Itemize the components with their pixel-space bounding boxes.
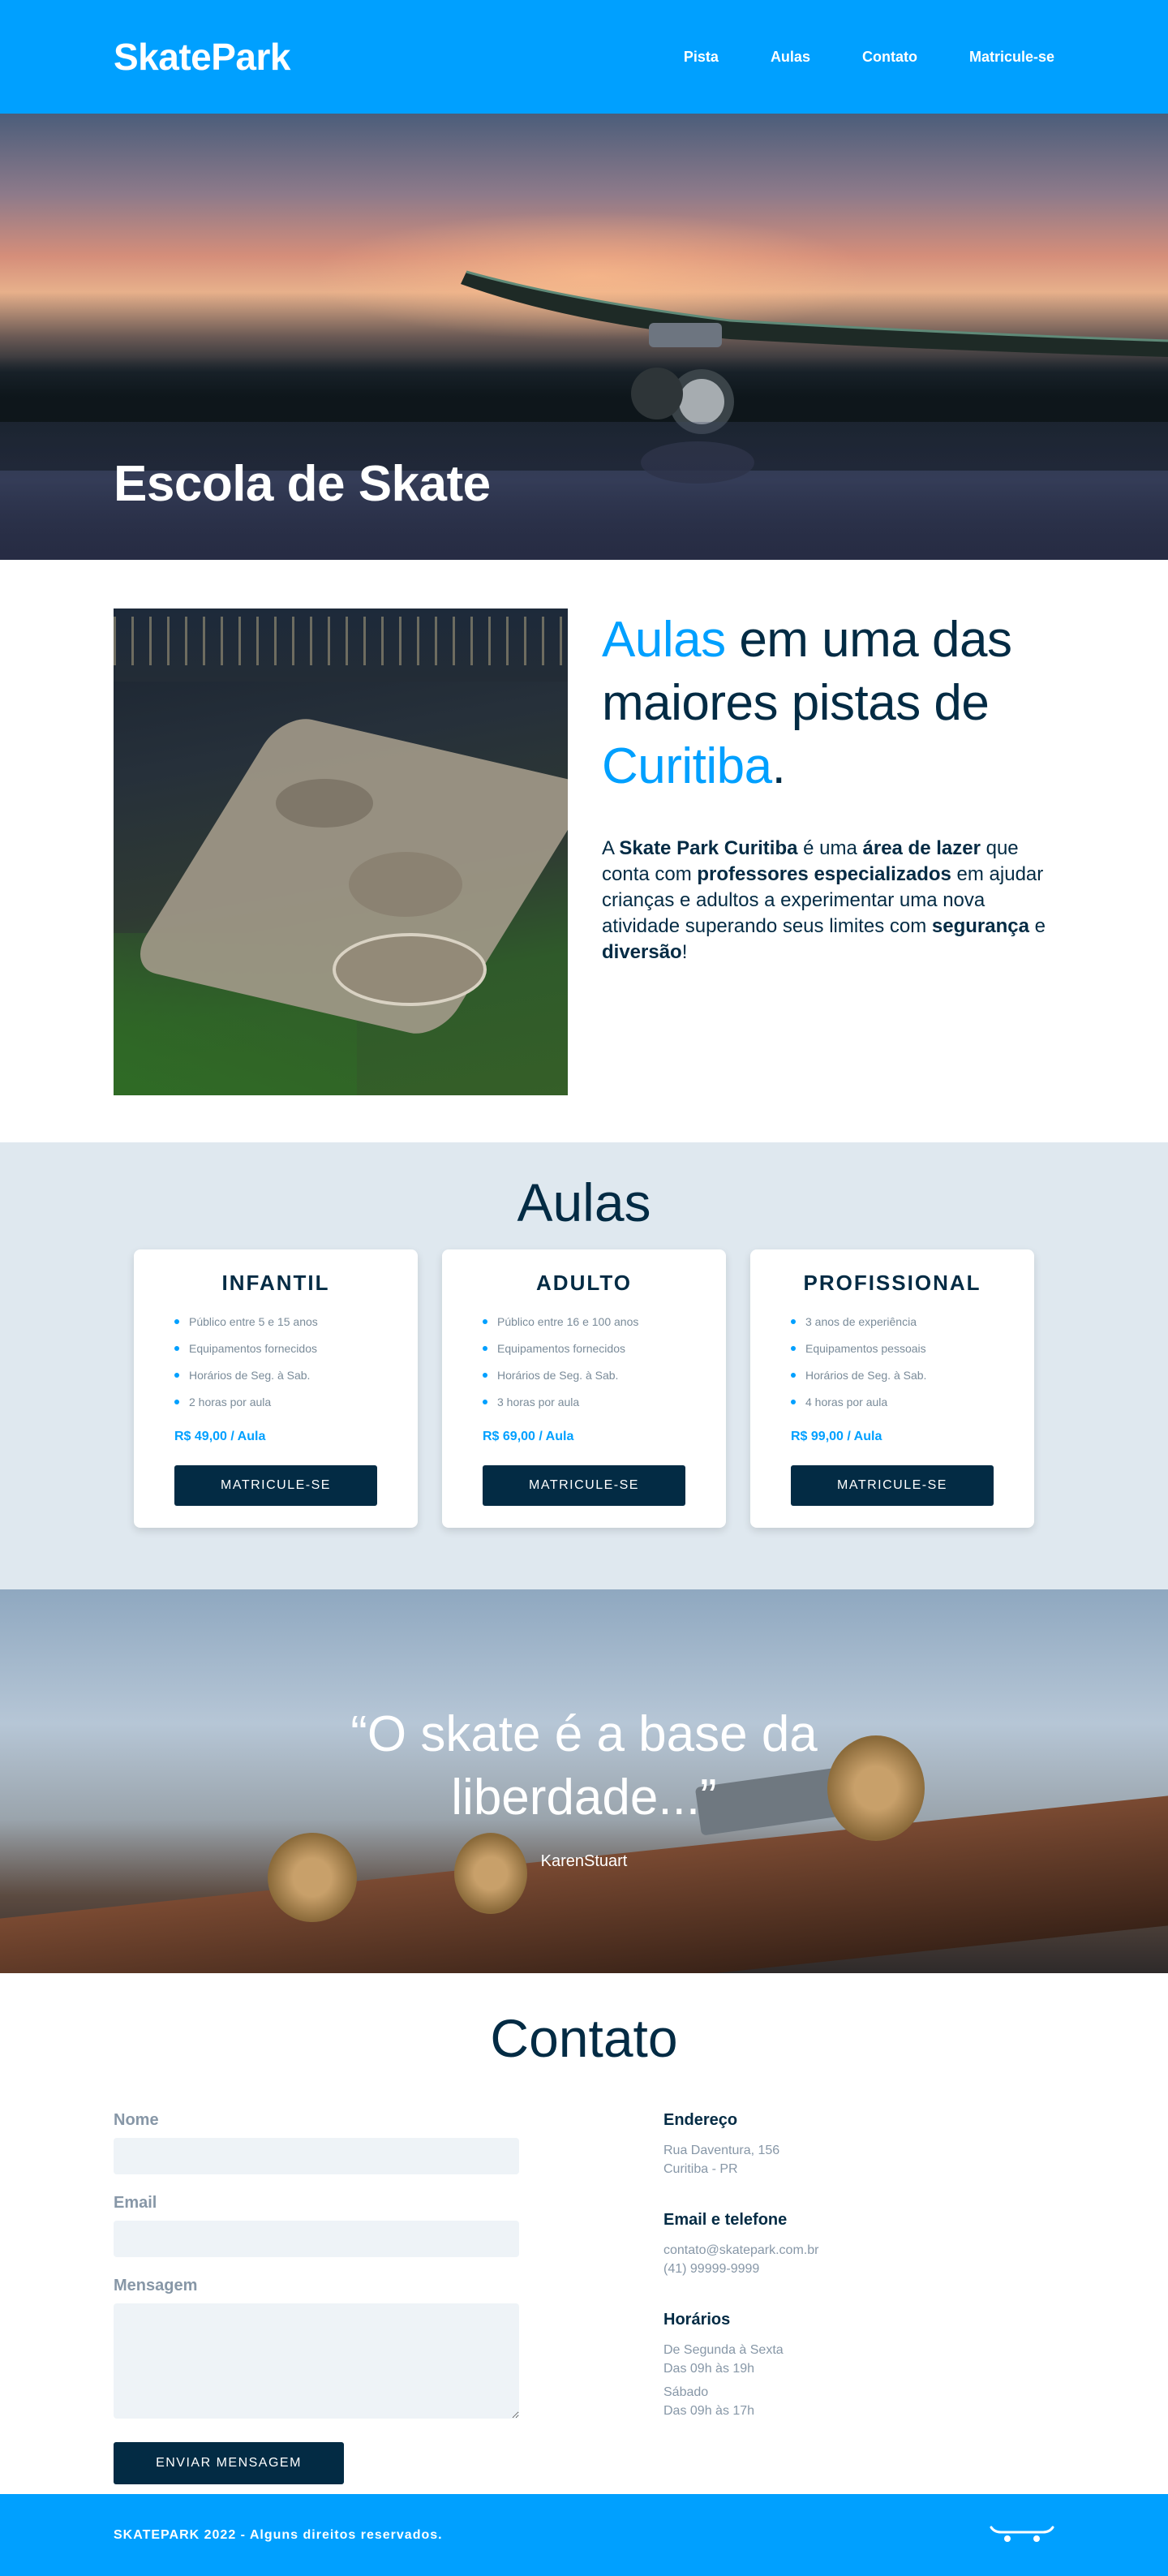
- card-features: 3 anos de experiência Equipamentos pesso…: [791, 1314, 994, 1410]
- site-footer: SKATEPARK 2022 - Alguns direitos reserva…: [0, 2494, 1168, 2576]
- quote-skateboard-wheel: [454, 1833, 527, 1914]
- logo[interactable]: SkatePark: [114, 35, 291, 79]
- enroll-button[interactable]: MATRICULE-SE: [483, 1465, 685, 1506]
- message-field[interactable]: [114, 2303, 519, 2419]
- name-field[interactable]: [114, 2138, 519, 2174]
- heading-accent: Aulas: [602, 612, 726, 668]
- list-item: 4 horas por aula: [791, 1394, 994, 1410]
- card-title: PROFISSIONAL: [803, 1271, 981, 1295]
- class-cards: INFANTIL Público entre 5 e 15 anos Equip…: [0, 1249, 1168, 1528]
- list-item: Horários de Seg. à Sab.: [791, 1367, 994, 1383]
- main-nav: Pista Aulas Contato Matricule-se: [684, 49, 1054, 66]
- hours-line: Sábado: [663, 2385, 709, 2399]
- about-heading: Aulas em uma das maiores pistas de Curit…: [602, 609, 1054, 798]
- list-item: 3 anos de experiência: [791, 1314, 994, 1330]
- heading-accent: Curitiba: [602, 738, 772, 794]
- card-features: Público entre 5 e 15 anos Equipamentos f…: [174, 1314, 377, 1410]
- class-card-adulto: ADULTO Público entre 16 e 100 anos Equip…: [442, 1249, 726, 1528]
- class-card-infantil: INFANTIL Público entre 5 e 15 anos Equip…: [134, 1249, 418, 1528]
- email-phone-block: Email e telefone contato@skatepark.com.b…: [663, 2211, 818, 2278]
- quote-text: “O skate é a base da liberdade...”: [350, 1706, 818, 1826]
- list-item: 2 horas por aula: [174, 1394, 377, 1410]
- classes-title: Aulas: [517, 1172, 651, 1232]
- about-description: A Skate Park Curitiba é uma área de laze…: [602, 836, 1054, 965]
- email-field[interactable]: [114, 2221, 519, 2257]
- photo-city-lights: [114, 617, 568, 665]
- desc-bold: diversão: [602, 941, 682, 963]
- site-header: SkatePark Pista Aulas Contato Matricule-…: [0, 0, 1168, 114]
- quote-banner: “O skate é a base da liberdade...” Karen…: [0, 1589, 1168, 1973]
- address-block: Endereço Rua Daventura, 156 Curitiba - P…: [663, 2111, 818, 2178]
- hours-line: Das 09h às 19h: [663, 2362, 755, 2376]
- photo-bowl: [333, 933, 487, 1006]
- hours-line: Das 09h às 17h: [663, 2404, 755, 2418]
- contact-email[interactable]: contato@skatepark.com.br: [663, 2241, 818, 2260]
- card-title: INFANTIL: [221, 1271, 330, 1295]
- contact-title: Contato: [490, 2008, 678, 2068]
- contact-info: Endereço Rua Daventura, 156 Curitiba - P…: [663, 2111, 818, 2484]
- email-phone-title: Email e telefone: [663, 2211, 788, 2229]
- list-item: Equipamentos fornecidos: [483, 1340, 685, 1357]
- list-item: Público entre 16 e 100 anos: [483, 1314, 685, 1330]
- quote-author: KarenStuart: [540, 1852, 628, 1870]
- email-label: Email: [114, 2194, 157, 2212]
- contact-section: Contato Nome Email Mensagem ENVIAR MENSA…: [0, 1973, 1168, 2494]
- nav-link-pista[interactable]: Pista: [684, 49, 719, 66]
- enroll-button[interactable]: MATRICULE-SE: [174, 1465, 377, 1506]
- list-item: 3 horas por aula: [483, 1394, 685, 1410]
- desc-bold: professores especializados: [697, 863, 951, 885]
- contact-body: Nome Email Mensagem ENVIAR MENSAGEM Ende…: [114, 2111, 1054, 2484]
- list-item: Horários de Seg. à Sab.: [483, 1367, 685, 1383]
- desc-text: e: [1028, 915, 1046, 937]
- photo-bowl: [276, 779, 373, 828]
- contact-phone[interactable]: (41) 99999-9999: [663, 2260, 818, 2278]
- nav-link-matricule-se[interactable]: Matricule-se: [969, 49, 1054, 66]
- contact-form: Nome Email Mensagem ENVIAR MENSAGEM: [114, 2111, 519, 2484]
- address-line: Rua Daventura, 156: [663, 2144, 780, 2157]
- card-title: ADULTO: [536, 1271, 632, 1295]
- nav-link-contato[interactable]: Contato: [862, 49, 917, 66]
- address-title: Endereço: [663, 2111, 738, 2129]
- list-item: Equipamentos pessoais: [791, 1340, 994, 1357]
- heading-period: .: [771, 738, 786, 794]
- footer-copyright: SKATEPARK 2022 - Alguns direitos reserva…: [114, 2527, 443, 2542]
- list-item: Horários de Seg. à Sab.: [174, 1367, 377, 1383]
- card-features: Público entre 16 e 100 anos Equipamentos…: [483, 1314, 685, 1410]
- send-message-button[interactable]: ENVIAR MENSAGEM: [114, 2442, 344, 2484]
- skateboard-icon: [990, 2521, 1054, 2549]
- desc-text: A: [602, 837, 620, 859]
- desc-bold: Skate Park Curitiba: [619, 837, 798, 859]
- about-section: Aulas em uma das maiores pistas de Curit…: [0, 560, 1168, 1142]
- desc-bold: área de lazer: [862, 837, 981, 859]
- hero-banner: Escola de Skate: [0, 114, 1168, 560]
- address-line: Curitiba - PR: [663, 2162, 738, 2176]
- card-price: R$ 69,00 / Aula: [483, 1430, 574, 1443]
- enroll-button[interactable]: MATRICULE-SE: [791, 1465, 994, 1506]
- hero-title: Escola de Skate: [114, 456, 491, 512]
- hours-line: De Segunda à Sexta: [663, 2343, 784, 2357]
- hours-block: Horários De Segunda à Sexta Das 09h às 1…: [663, 2311, 818, 2420]
- skatepark-aerial-photo: [114, 609, 568, 1095]
- card-price: R$ 99,00 / Aula: [791, 1430, 882, 1443]
- quote-skateboard-wheel: [268, 1833, 357, 1922]
- nav-link-aulas[interactable]: Aulas: [771, 49, 810, 66]
- desc-text: !: [681, 941, 688, 963]
- hours-title: Horários: [663, 2311, 731, 2329]
- name-label: Nome: [114, 2111, 159, 2129]
- list-item: Público entre 5 e 15 anos: [174, 1314, 377, 1330]
- photo-bowl: [349, 852, 462, 917]
- desc-bold: segurança: [931, 915, 1029, 937]
- desc-text: é uma: [797, 837, 863, 859]
- about-text: Aulas em uma das maiores pistas de Curit…: [602, 609, 1054, 1095]
- message-label: Mensagem: [114, 2277, 198, 2294]
- card-price: R$ 49,00 / Aula: [174, 1430, 266, 1443]
- list-item: Equipamentos fornecidos: [174, 1340, 377, 1357]
- classes-section: Aulas INFANTIL Público entre 5 e 15 anos…: [0, 1142, 1168, 1589]
- class-card-profissional: PROFISSIONAL 3 anos de experiência Equip…: [750, 1249, 1034, 1528]
